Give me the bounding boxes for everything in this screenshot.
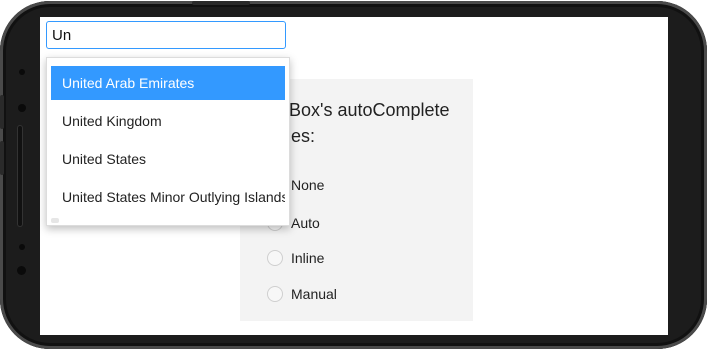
radio-button[interactable] [267, 250, 283, 266]
phone-camera-dot [18, 104, 26, 112]
radio-option-inline[interactable]: Inline [267, 248, 324, 268]
phone-frame: TextBox's autoComplete modes: None Auto … [0, 1, 707, 349]
radio-label: None [291, 177, 325, 193]
dropdown-scroll-indicator[interactable] [51, 218, 59, 223]
autocomplete-dropdown[interactable]: United Arab Emirates United Kingdom Unit… [46, 57, 290, 226]
dropdown-item-united-arab-emirates[interactable]: United Arab Emirates [51, 66, 285, 100]
phone-volume-down-button [0, 141, 4, 175]
country-search-input[interactable] [46, 21, 286, 49]
phone-speaker [18, 126, 22, 226]
dropdown-item-us-minor-outlying-islands[interactable]: United States Minor Outlying Islands [51, 180, 285, 214]
radio-option-manual[interactable]: Manual [267, 284, 337, 304]
radio-button[interactable] [267, 286, 283, 302]
phone-screen: TextBox's autoComplete modes: None Auto … [40, 17, 668, 335]
phone-sensor-dot [19, 69, 25, 75]
phone-volume-up-button [0, 95, 4, 129]
dropdown-item-united-kingdom[interactable]: United Kingdom [51, 104, 285, 138]
radio-label: Manual [291, 286, 337, 302]
phone-power-button [192, 1, 250, 5]
radio-label: Auto [291, 215, 320, 231]
dropdown-item-united-states[interactable]: United States [51, 142, 285, 176]
phone-sensor-dot [17, 266, 26, 275]
radio-label: Inline [291, 250, 325, 266]
phone-sensor-dot [19, 244, 25, 250]
